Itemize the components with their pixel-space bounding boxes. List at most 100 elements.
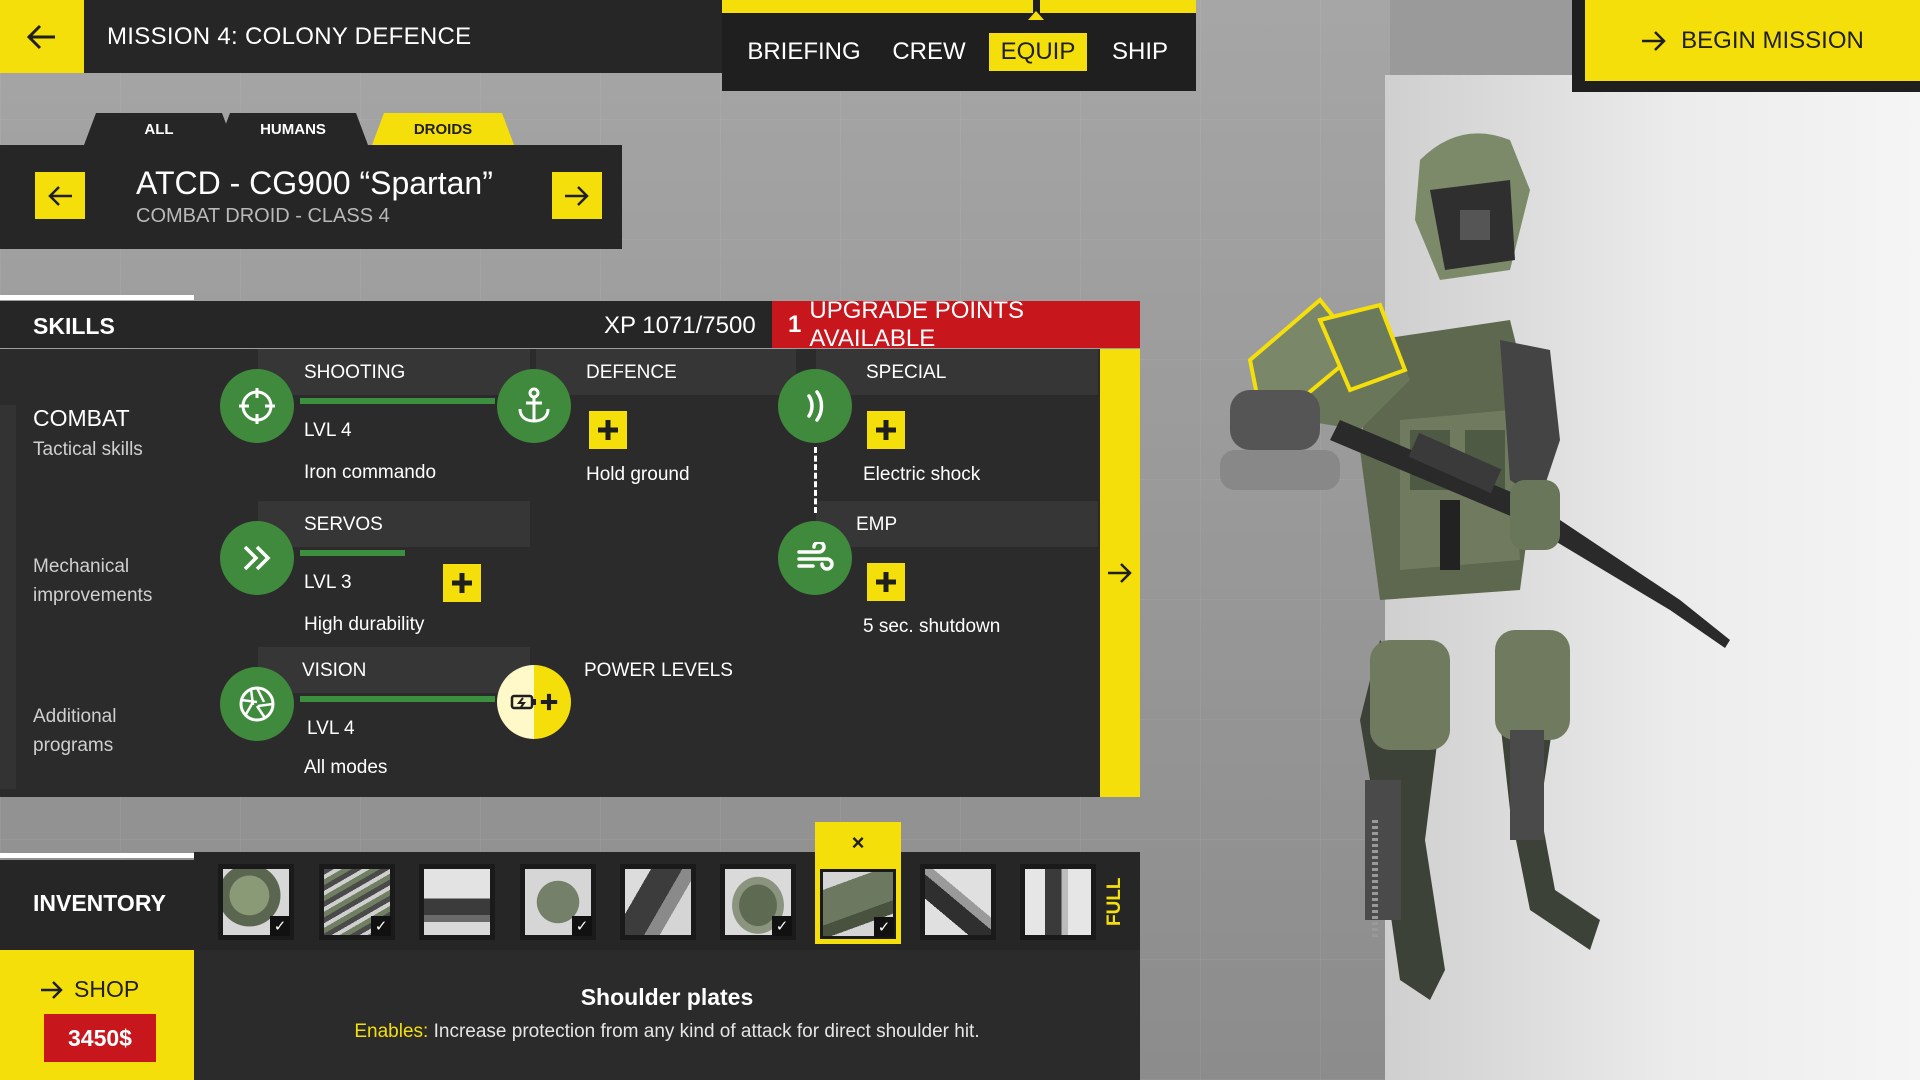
aperture-icon bbox=[239, 686, 275, 722]
plus-icon bbox=[540, 693, 558, 711]
vision-name: VISION bbox=[302, 660, 367, 681]
anchor-icon bbox=[518, 387, 550, 423]
servos-upgrade-button[interactable] bbox=[443, 564, 481, 602]
unequip-selected-button[interactable]: × bbox=[815, 822, 901, 864]
inventory-full-label: FULL bbox=[1104, 877, 1125, 927]
upgrade-text: UPGRADE POINTS AVAILABLE bbox=[809, 296, 1025, 352]
category-programs: Additional programs bbox=[33, 703, 173, 760]
defence-upgrade-button[interactable] bbox=[589, 411, 627, 449]
inventory-slot-gear[interactable] bbox=[920, 864, 996, 940]
item-description-panel: Shoulder plates Enables: Increase protec… bbox=[194, 950, 1140, 1080]
shop-label: SHOP bbox=[74, 976, 140, 1002]
equipped-check-icon: ✓ bbox=[572, 916, 592, 936]
arrow-right-icon bbox=[41, 980, 63, 999]
arrow-left-icon bbox=[48, 185, 72, 206]
inventory-slot-helmet[interactable]: ✓ bbox=[218, 864, 294, 940]
filter-all[interactable]: ALL bbox=[84, 113, 234, 145]
servos-level: LVL 3 bbox=[304, 572, 352, 593]
category-subtitle: Tactical skills bbox=[33, 438, 143, 460]
defence-desc: Hold ground bbox=[586, 464, 690, 485]
inventory-slot-leg[interactable] bbox=[1020, 864, 1096, 940]
inventory-title-box: INVENTORY bbox=[0, 860, 194, 950]
next-skills-page-button[interactable] bbox=[1100, 349, 1140, 797]
emp-name: EMP bbox=[856, 514, 898, 535]
crosshair-icon bbox=[239, 388, 275, 424]
defence-skill-node[interactable] bbox=[497, 369, 571, 443]
filter-humans[interactable]: HUMANS bbox=[218, 113, 368, 145]
category-title: COMBAT bbox=[33, 405, 130, 431]
back-button[interactable] bbox=[0, 0, 84, 73]
tab-briefing[interactable]: BRIEFING bbox=[747, 33, 860, 71]
vision-skill-node[interactable] bbox=[220, 667, 294, 741]
mission-title: MISSION 4: COLONY DEFENCE bbox=[107, 22, 472, 50]
special-name: SPECIAL bbox=[866, 362, 947, 383]
item-name: Shoulder plates bbox=[580, 984, 754, 1010]
skill-link-special-emp bbox=[814, 447, 817, 513]
inventory-slot-arm[interactable] bbox=[620, 864, 696, 940]
battery-charge-icon bbox=[510, 694, 536, 710]
servos-name: SERVOS bbox=[304, 514, 383, 535]
category-strip bbox=[0, 405, 16, 789]
unit-selector: ATCD - CG900 “Spartan” COMBAT DROID - CL… bbox=[0, 145, 622, 249]
shop-button[interactable]: SHOP 3450$ bbox=[0, 950, 194, 1080]
shooting-level: LVL 4 bbox=[304, 420, 352, 441]
skill-header-vision bbox=[258, 647, 530, 693]
emp-skill-node[interactable] bbox=[778, 521, 852, 595]
skills-panel: COMBAT Tactical skills Mechanical improv… bbox=[0, 349, 1140, 797]
plus-icon bbox=[876, 572, 896, 592]
equipped-check-icon: ✓ bbox=[874, 917, 894, 937]
plus-icon bbox=[598, 420, 618, 440]
double-chevron-right-icon bbox=[243, 545, 271, 571]
shooting-name: SHOOTING bbox=[304, 362, 406, 383]
emp-upgrade-button[interactable] bbox=[867, 563, 905, 601]
equipped-check-icon: ✓ bbox=[772, 916, 792, 936]
inventory-slot-backpack[interactable]: ✓ bbox=[720, 864, 796, 940]
arrow-left-icon bbox=[27, 24, 55, 49]
power-levels-node[interactable] bbox=[497, 665, 571, 739]
arrow-right-icon bbox=[1108, 563, 1132, 583]
inventory-title: INVENTORY bbox=[33, 890, 166, 916]
category-subtitle: Additional programs bbox=[33, 706, 117, 756]
emp-desc: 5 sec. shutdown bbox=[863, 616, 1001, 637]
item-effect: Enables: Increase protection from any ki… bbox=[194, 1021, 1140, 1043]
skill-header-special bbox=[816, 349, 1098, 395]
special-skill-node[interactable] bbox=[778, 369, 852, 443]
credits-amount: 3450$ bbox=[44, 1014, 156, 1062]
equipped-check-icon: ✓ bbox=[270, 916, 290, 936]
begin-mission-label: BEGIN MISSION bbox=[1681, 26, 1864, 54]
inventory-slot-vest[interactable]: ✓ bbox=[520, 864, 596, 940]
inventory-slot-shoulder-plates[interactable]: ✓ bbox=[815, 864, 901, 944]
unit-name: ATCD - CG900 “Spartan” bbox=[136, 165, 493, 201]
signal-waves-icon bbox=[807, 390, 824, 422]
arrow-right-icon bbox=[565, 185, 589, 206]
shooting-progress bbox=[300, 398, 495, 404]
inventory-tab-underline bbox=[0, 853, 194, 858]
special-upgrade-button[interactable] bbox=[867, 411, 905, 449]
inventory-slot-rifle[interactable]: ✓ bbox=[319, 864, 395, 940]
tab-crew[interactable]: CREW bbox=[892, 33, 966, 71]
upgrade-count: 1 bbox=[788, 310, 802, 338]
plus-icon bbox=[876, 420, 896, 440]
tab-ship[interactable]: SHIP bbox=[1110, 33, 1170, 71]
main-tabs: BRIEFING CREW EQUIP SHIP bbox=[722, 0, 1196, 91]
skills-header: SKILLS XP 1071/7500 1 UPGRADE POINTS AVA… bbox=[0, 297, 1140, 352]
xp-counter: XP 1071/7500 bbox=[604, 312, 756, 339]
filter-droids[interactable]: DROIDS bbox=[372, 113, 514, 145]
tab-equip[interactable]: EQUIP bbox=[989, 33, 1087, 71]
shooting-skill-node[interactable] bbox=[220, 369, 294, 443]
shooting-desc: Iron commando bbox=[304, 462, 437, 483]
arrow-right-icon bbox=[1642, 30, 1666, 51]
upgrade-points-banner: 1 UPGRADE POINTS AVAILABLE bbox=[772, 297, 1140, 352]
shop-label-group: SHOP bbox=[40, 976, 139, 1003]
skill-header-servos bbox=[258, 501, 530, 547]
servos-skill-node[interactable] bbox=[220, 521, 294, 595]
droid-model-image bbox=[1220, 133, 1730, 1000]
prev-unit-button[interactable] bbox=[35, 172, 85, 219]
vision-desc: All modes bbox=[304, 757, 388, 778]
category-combat: COMBAT Tactical skills bbox=[33, 401, 143, 464]
inventory-slot-scope[interactable] bbox=[419, 864, 495, 940]
special-desc: Electric shock bbox=[863, 464, 981, 485]
next-unit-button[interactable] bbox=[552, 172, 602, 219]
item-effect-text: Increase protection from any kind of att… bbox=[433, 1021, 980, 1042]
begin-mission-button[interactable]: BEGIN MISSION bbox=[1585, 0, 1920, 81]
